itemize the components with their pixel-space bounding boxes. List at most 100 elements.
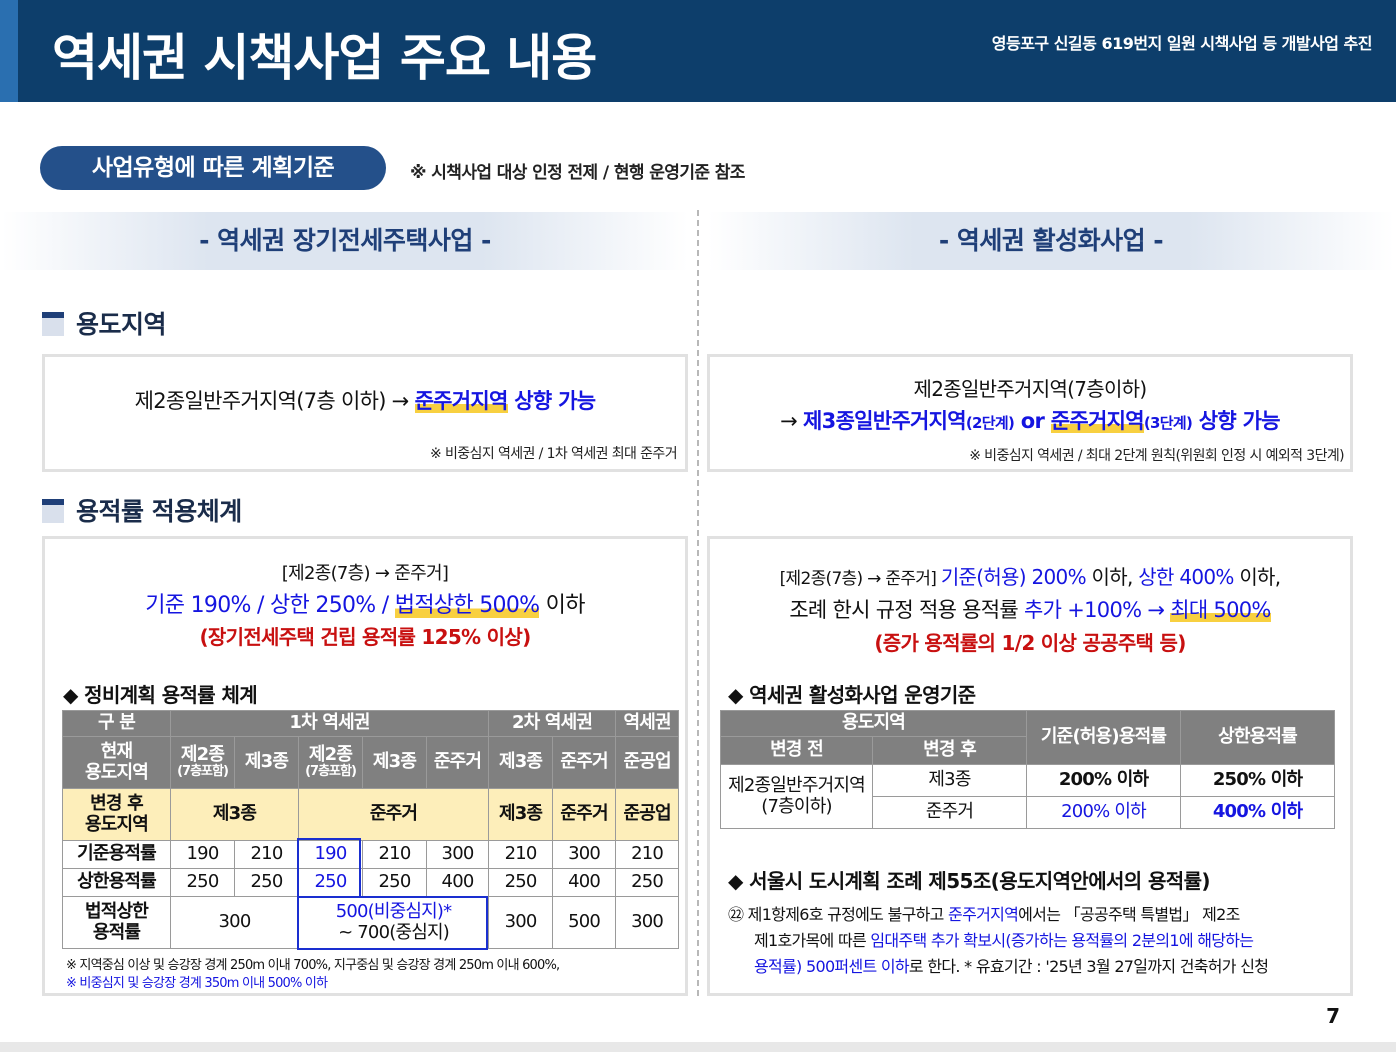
column-divider — [697, 210, 699, 996]
base-val: 300 — [552, 840, 617, 869]
th-1st-station-area: 1차 역세권 — [169, 710, 490, 737]
cur-semires-a: 준주거 — [425, 736, 490, 789]
legal-val: 300 — [170, 896, 299, 949]
zoning-heading-label: 용도지역 — [76, 310, 167, 339]
upper-val: 400 — [552, 868, 617, 897]
upper-val: 250 — [362, 868, 427, 897]
row-base-far: 기준용적률 — [62, 840, 171, 869]
after-zone-value: 준주거 — [871, 796, 1028, 829]
upper-val: 250 — [488, 868, 554, 897]
right-zoning-highlight: 준주거지역 — [1050, 409, 1145, 433]
th-zone: 용도지역 — [719, 710, 1028, 737]
after-semires-b: 준주거 — [552, 788, 617, 841]
after-3rd-b: 제3종 — [488, 788, 554, 841]
left-footnote-2: ※ 비중심지 및 승강장 경계 350m 이내 500% 이하 — [66, 976, 328, 991]
right-far-line3: (증가 용적률의 1/2 이상 공공주택 등) — [874, 631, 1186, 655]
legal-val: 300 — [615, 896, 680, 949]
row-after-zone: 변경 후 용도지역 — [62, 788, 171, 841]
left-far-line2: 기준 190% / 상한 250% / 법적상한 500% 이하 — [45, 587, 685, 619]
th-gubun: 구 분 — [62, 710, 171, 737]
left-zoning-prefix: 제2종일반주거지역(7층 이하) → — [134, 389, 415, 413]
far-heading: 용적률 적용체계 — [42, 492, 242, 528]
th-station-area: 역세권 — [615, 710, 680, 737]
upper-val: 250 — [170, 868, 235, 897]
ordinance-line1: ㉒ 제1항제6호 규정에도 불구하고 준주거지역에서는 「공공주택 특별법」 제… — [728, 905, 1240, 924]
base-val: 210 — [362, 840, 427, 869]
after-3rd-a: 제3종 — [170, 788, 299, 841]
right-far-prefix: [제2종(7층) → 준주거] — [779, 569, 941, 589]
after-semiind: 준공업 — [615, 788, 680, 841]
base-val: 300 — [425, 840, 490, 869]
ordinance-line2: 제1호가목에 따른 임대주택 추가 확보시(증가하는 용적률의 2분의1에 해당… — [754, 931, 1254, 950]
section-pill: 사업유형에 따른 계획기준 — [40, 146, 386, 190]
after-zone-value: 제3종 — [871, 764, 1028, 797]
left-far-line1: [제2종(7층) → 준주거] — [281, 563, 449, 584]
ordinance-title: ◆ 서울시 도시계획 조례 제55조(용도지역안에서의 용적률) — [728, 869, 1211, 893]
right-zoning-arrow: → — [780, 409, 804, 433]
cur-2nd-a: 제2종 (7층포함) — [170, 736, 235, 789]
station-activation-table: 용도지역 기준(허용)용적률 상한용적률 변경 전 변경 후 제2종일반주거지역… — [719, 710, 1336, 829]
cur-semiind: 준공업 — [615, 736, 680, 789]
cur-3rd-a: 제3종 — [234, 736, 299, 789]
left-footnote-1: ※ 지역중심 이상 및 승강장 경계 250m 이내 700%, 지구중심 및 … — [66, 958, 560, 973]
left-far-legal-highlight: 법적상한 500% — [394, 593, 540, 618]
left-column-title: - 역세권 장기전세주택사업 - — [2, 212, 688, 270]
left-table-title: ◆ 정비계획 용적률 체계 — [63, 683, 258, 707]
far-heading-label: 용적률 적용체계 — [76, 497, 242, 526]
heading-marker-icon — [42, 312, 64, 336]
left-zoning-note: ※ 비중심지 역세권 / 1차 역세권 최대 준주거 — [430, 446, 678, 462]
legal-val-range: 500(비중심지)* ~ 700(중심지) — [297, 896, 490, 949]
bottom-bar — [0, 1042, 1396, 1052]
th-upper-far: 상한용적률 — [1180, 710, 1336, 765]
left-far-line3: (장기전세주택 건립 용적률 125% 이상) — [199, 625, 531, 649]
upper-val: 250 — [234, 868, 299, 897]
page-subtitle: 영등포구 신길동 619번지 일원 시책사업 등 개발사업 추진 — [991, 34, 1373, 53]
right-far-max-highlight: 최대 500% — [1170, 598, 1271, 622]
base-val-highlight: 190 — [298, 840, 363, 869]
right-table-title: ◆ 역세권 활성화사업 운영기준 — [728, 683, 976, 707]
left-zoning-highlight: 준주거지역 — [414, 389, 508, 413]
right-far-upper: 상한 400% — [1138, 565, 1234, 589]
left-far-base-upper: 기준 190% / 상한 250% / — [145, 593, 395, 618]
right-far-base: 기준(허용) 200% — [940, 565, 1087, 589]
th-after: 변경 후 — [871, 736, 1028, 765]
right-zoning-note: ※ 비중심지 역세권 / 최대 2단계 원칙(위원회 인정 시 예외적 3단계) — [969, 448, 1344, 464]
right-far-line1: [제2종(7층) → 준주거] 기준(허용) 200% 이하, 상한 400% … — [710, 561, 1350, 590]
right-zoning-box: 제2종일반주거지역(7층이하) → 제3종일반주거지역(2단계) or 준주거지… — [707, 354, 1353, 472]
legal-val: 500 — [552, 896, 617, 949]
header-accent-stripe — [0, 0, 18, 102]
left-zoning-box: 제2종일반주거지역(7층 이하) → 준주거지역 상향 가능 ※ 비중심지 역세… — [42, 354, 688, 472]
left-zoning-suffix: 상향 가능 — [507, 389, 596, 413]
ordinance-line3: 용적률) 500퍼센트 이하로 한다. * 유효기간 : '25년 3월 27일… — [754, 957, 1269, 976]
right-far-ordinance: 조례 한시 규정 적용 용적률 — [789, 598, 1025, 622]
legal-val: 300 — [488, 896, 554, 949]
base-far-value: 200% 이하 — [1026, 764, 1182, 797]
right-far-plus: 추가 +100% → — [1024, 598, 1171, 622]
left-far-suffix: 이하 — [539, 593, 586, 618]
cur-semires-b: 준주거 — [552, 736, 617, 789]
right-zoning-3rd: 제3종일반주거지역 — [803, 409, 967, 433]
right-zoning-stage2: (2단계) — [965, 414, 1015, 432]
base-val: 190 — [170, 840, 235, 869]
zoning-heading: 용도지역 — [42, 305, 167, 341]
th-base-far: 기준(허용)용적률 — [1026, 710, 1182, 765]
right-zoning-line2: → 제3종일반주거지역(2단계) or 준주거지역(3단계) 상향 가능 — [710, 405, 1350, 435]
right-zoning-line1: 제2종일반주거지역(7층이하) — [913, 377, 1148, 401]
page-number: 7 — [1326, 1004, 1340, 1028]
row-upper-far: 상한용적률 — [62, 868, 171, 897]
row-legal-far: 법적상한 용적률 — [62, 896, 171, 949]
upper-val: 250 — [615, 868, 680, 897]
upper-far-value: 400% 이하 — [1180, 796, 1336, 829]
page-title: 역세권 시책사업 주요 내용 — [52, 29, 597, 87]
right-column-title: - 역세권 활성화사업 - — [708, 212, 1394, 270]
section-note: ※ 시책사업 대상 인정 전제 / 현행 운영기준 참조 — [410, 163, 745, 183]
right-zoning-or: or — [1014, 409, 1051, 433]
after-semires-a: 준주거 — [297, 788, 490, 841]
heading-marker-icon — [42, 499, 64, 523]
upper-far-value: 250% 이하 — [1180, 764, 1336, 797]
far-system-table: 구 분 1차 역세권 2차 역세권 역세권 현재 용도지역 제2종 (7층포함) … — [62, 710, 680, 949]
before-zone-value: 제2종일반주거지역 (7층이하) — [720, 764, 873, 829]
upper-val: 400 — [425, 868, 490, 897]
right-far-sep2: 이하, — [1233, 565, 1281, 589]
right-zoning-suffix: 상향 가능 — [1192, 409, 1281, 433]
